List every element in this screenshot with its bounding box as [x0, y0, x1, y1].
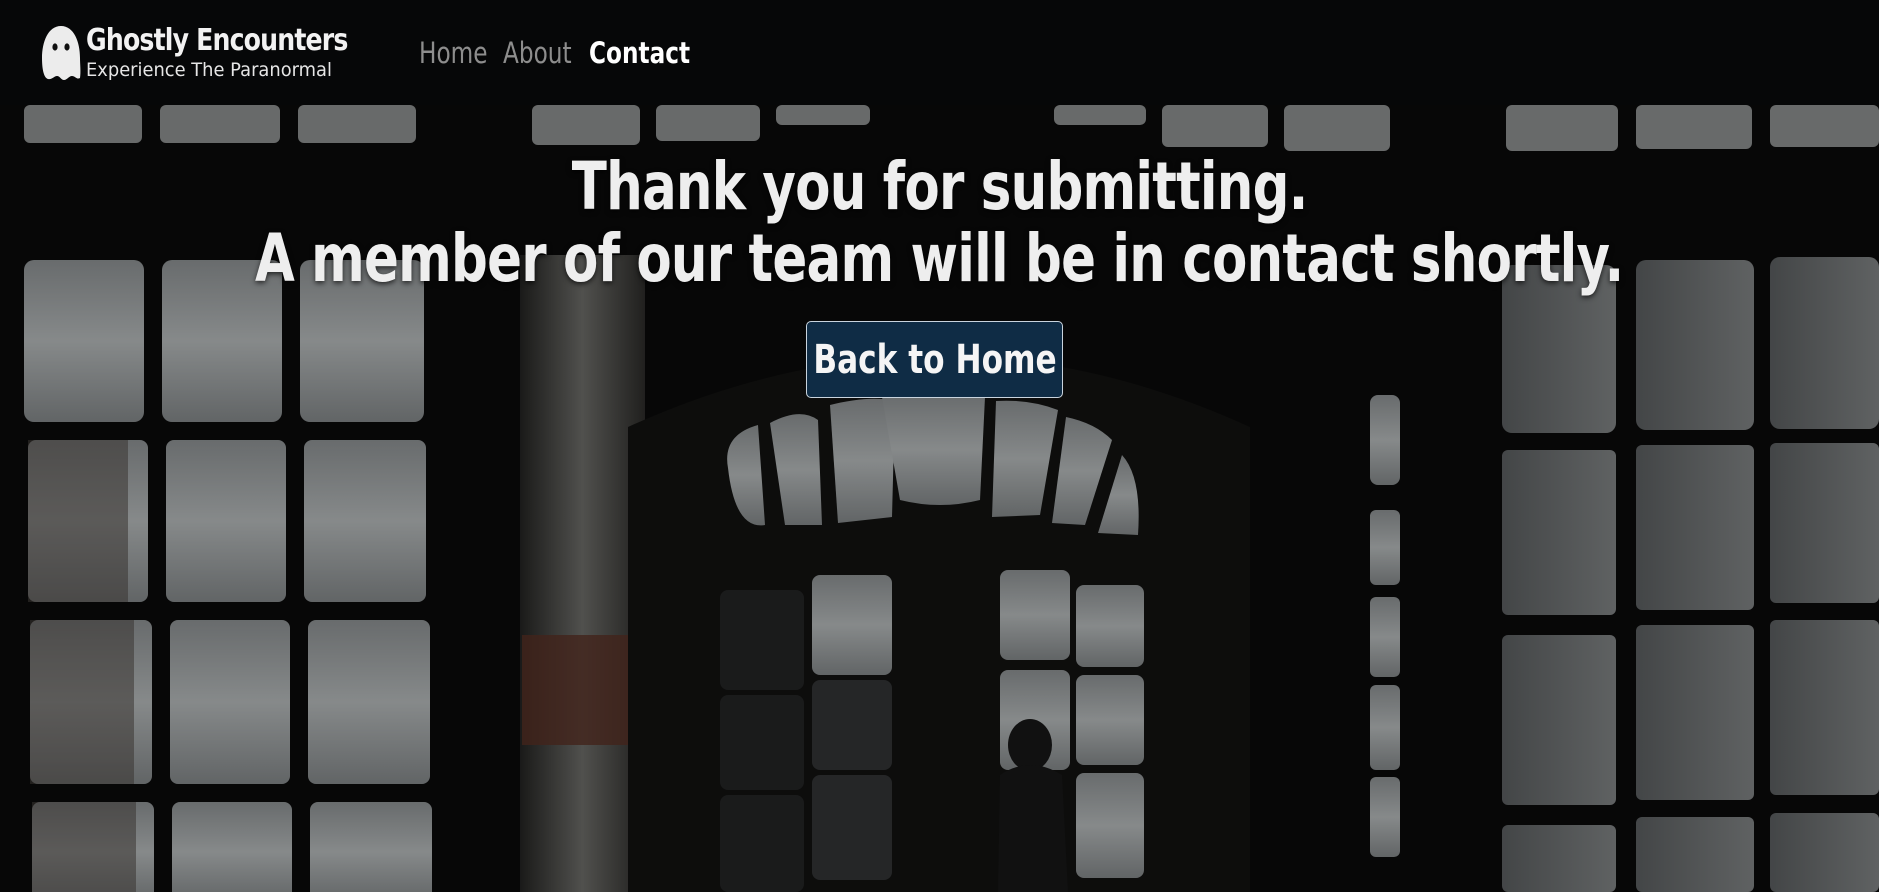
confirmation-line-1: Thank you for submitting.: [571, 148, 1309, 225]
nav-about-link[interactable]: About: [503, 33, 572, 73]
nav-home-link[interactable]: Home: [419, 33, 488, 73]
nav-contact-link[interactable]: Contact: [589, 33, 690, 73]
confirmation-message: Thank you for submitting. A member of ou…: [0, 151, 1879, 295]
back-to-home-button[interactable]: Back to Home: [806, 321, 1063, 398]
brand-title: Ghostly Encounters: [86, 22, 348, 58]
back-to-home-label: Back to Home: [812, 336, 1057, 383]
confirmation-line-2: A member of our team will be in contact …: [255, 220, 1624, 297]
hero-section: Thank you for submitting. A member of ou…: [0, 105, 1879, 892]
brand-subtitle: Experience The Paranormal: [86, 58, 332, 81]
ghost-icon: [42, 25, 81, 80]
main-nav: Home About Contact: [419, 33, 690, 73]
site-header: Ghostly Encounters Experience The Parano…: [0, 0, 1879, 105]
brand[interactable]: Ghostly Encounters Experience The Parano…: [40, 22, 397, 82]
